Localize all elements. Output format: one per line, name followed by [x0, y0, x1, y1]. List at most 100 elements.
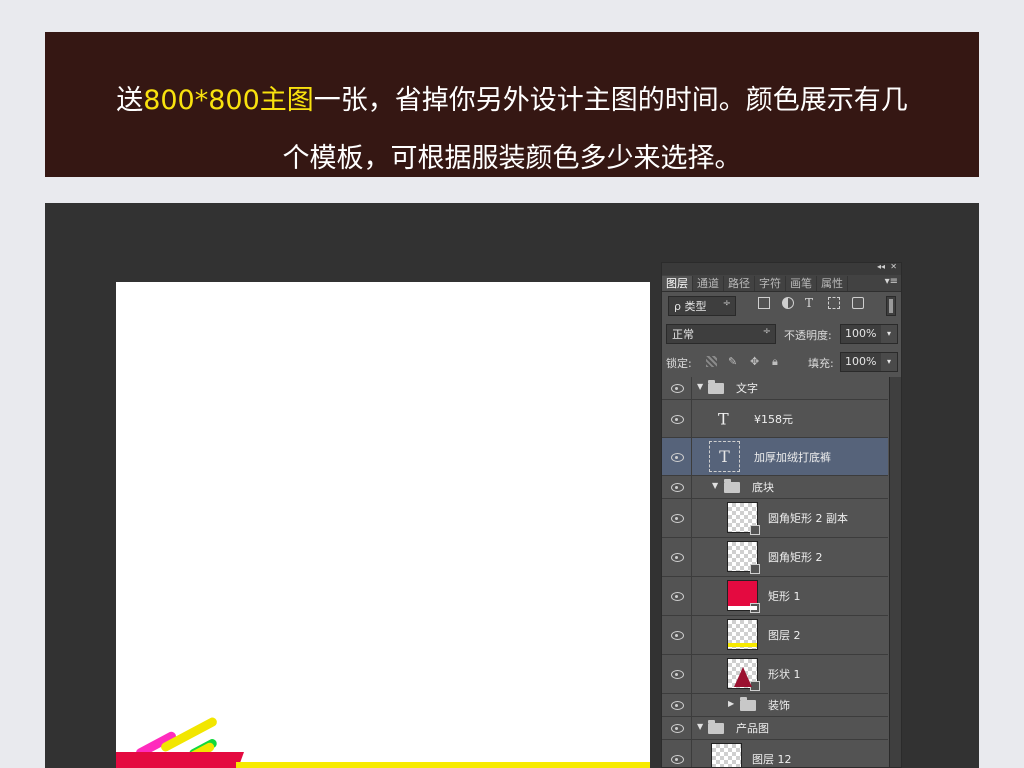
tab-layers[interactable]: 图层 — [662, 276, 693, 291]
layer-name: 文字 — [736, 382, 758, 395]
panel-menu-icon[interactable]: ▾≡ — [885, 276, 898, 287]
layer-shape-1[interactable]: 形状 1 — [662, 655, 888, 694]
layer-text-title[interactable]: T 加厚加绒打底裤 — [662, 438, 888, 476]
layer-pixel-2[interactable]: 图层 2 — [662, 616, 888, 655]
layer-pixel-12[interactable]: 图层 12 — [662, 740, 888, 767]
banner-line-1: 送800*800主图一张，省掉你另外设计主图的时间。颜色展示有几 — [45, 84, 979, 118]
visibility-eye-icon[interactable] — [662, 400, 692, 437]
text-layer-icon: T — [709, 440, 740, 472]
layer-name: 装饰 — [768, 699, 790, 712]
layers-panel: ◂◂ ✕ 图层 通道 路径 字符 画笔 属性 ▾≡ ρ 类型 ÷ T 正常 ÷ … — [661, 262, 902, 768]
panel-tabs: 图层 通道 路径 字符 画笔 属性 ▾≡ — [662, 275, 901, 292]
layer-name: 矩形 1 — [768, 590, 801, 603]
close-panel-icon[interactable]: ✕ — [890, 263, 897, 271]
visibility-eye-icon[interactable] — [662, 476, 692, 498]
layer-name: 形状 1 — [768, 668, 801, 681]
opacity-field[interactable]: 100% ▾ — [840, 324, 898, 344]
blend-mode-select[interactable]: 正常 ÷ — [666, 324, 776, 344]
fill-field[interactable]: 100% ▾ — [840, 352, 898, 372]
layer-filter-select[interactable]: ρ 类型 ÷ — [668, 296, 736, 316]
folder-icon — [740, 697, 756, 711]
layer-name: 产品图 — [736, 722, 769, 735]
chevron-down-icon[interactable]: ▾ — [881, 353, 897, 371]
type-filter-icon[interactable]: T — [805, 297, 817, 309]
layer-thumbnail — [727, 658, 760, 691]
select-arrow-icon: ÷ — [722, 298, 731, 309]
layer-rounded-rect-copy[interactable]: 圆角矩形 2 副本 — [662, 499, 888, 538]
document-canvas[interactable] — [116, 282, 650, 768]
red-price-block — [116, 752, 244, 768]
layer-group-text[interactable]: ▼ 文字 — [662, 377, 888, 400]
yellow-bottom-bar — [236, 762, 650, 768]
expand-triangle-icon[interactable]: ▼ — [712, 481, 718, 490]
layer-name: 圆角矩形 2 — [768, 551, 823, 564]
blend-mode-value: 正常 — [672, 328, 694, 341]
smart-object-filter-icon[interactable] — [852, 297, 864, 309]
collapse-panel-icon[interactable]: ◂◂ — [877, 263, 885, 271]
opacity-label: 不透明度: — [784, 329, 832, 342]
layer-thumbnail — [727, 580, 760, 613]
layer-thumbnail — [727, 502, 760, 535]
panel-titlebar: ◂◂ ✕ — [662, 263, 901, 275]
layers-scrollbar[interactable] — [889, 377, 901, 767]
banner-text-highlight: 800*800主图 — [143, 85, 314, 116]
lock-row: 锁定: ✎ ✥ 🔒︎ 填充: 100% ▾ — [662, 348, 901, 376]
adjustment-filter-icon[interactable] — [782, 297, 794, 309]
tab-channels[interactable]: 通道 — [693, 276, 724, 291]
layer-rounded-rect[interactable]: 圆角矩形 2 — [662, 538, 888, 577]
folder-icon — [708, 380, 724, 394]
image-filter-icon[interactable] — [758, 297, 770, 309]
shape-layer-badge-icon — [750, 681, 760, 691]
select-arrow-icon: ÷ — [762, 326, 771, 337]
visibility-eye-icon[interactable] — [662, 577, 692, 615]
filter-select-label: ρ 类型 — [674, 300, 707, 313]
layer-name: 图层 12 — [752, 753, 792, 766]
tab-character[interactable]: 字符 — [755, 276, 786, 291]
layer-group-block[interactable]: ▼ 底块 — [662, 476, 888, 499]
collapse-triangle-icon[interactable]: ▶ — [728, 699, 734, 708]
tab-properties[interactable]: 属性 — [817, 276, 848, 291]
visibility-eye-icon[interactable] — [662, 655, 692, 693]
lock-all-icon[interactable]: 🔒︎ — [772, 356, 783, 367]
opacity-value: 100% — [845, 327, 877, 340]
visibility-eye-icon[interactable] — [662, 438, 692, 475]
visibility-eye-icon[interactable] — [662, 616, 692, 654]
blend-row: 正常 ÷ 不透明度: 100% ▾ — [662, 320, 901, 348]
lock-pixels-icon[interactable]: ✎ — [728, 356, 739, 367]
lock-transparency-icon[interactable] — [706, 356, 717, 367]
fill-value: 100% — [845, 355, 877, 368]
visibility-eye-icon[interactable] — [662, 740, 692, 767]
folder-icon — [708, 720, 724, 734]
visibility-eye-icon[interactable] — [662, 377, 692, 399]
layer-rect-1[interactable]: 矩形 1 — [662, 577, 888, 616]
layer-name: 图层 2 — [768, 629, 801, 642]
filter-row: ρ 类型 ÷ T — [662, 292, 901, 320]
visibility-eye-icon[interactable] — [662, 694, 692, 716]
tab-brush[interactable]: 画笔 — [786, 276, 817, 291]
visibility-eye-icon[interactable] — [662, 717, 692, 739]
layer-thumbnail — [711, 743, 742, 767]
lock-position-icon[interactable]: ✥ — [750, 356, 761, 367]
layer-group-product[interactable]: ▼ 产品图 — [662, 717, 888, 740]
folder-icon — [724, 479, 740, 493]
expand-triangle-icon[interactable]: ▼ — [697, 382, 703, 391]
banner-line-2: 个模板，可根据服装颜色多少来选择。 — [282, 143, 742, 174]
lock-label: 锁定: — [666, 357, 692, 370]
layer-name: ¥158元 — [754, 412, 793, 426]
visibility-eye-icon[interactable] — [662, 499, 692, 537]
shape-filter-icon[interactable] — [828, 297, 840, 309]
tab-paths[interactable]: 路径 — [724, 276, 755, 291]
layer-text-price[interactable]: T ¥158元 — [662, 400, 888, 438]
layer-name: 底块 — [752, 481, 774, 494]
chevron-down-icon[interactable]: ▾ — [881, 325, 897, 343]
layer-group-decoration[interactable]: ▶ 装饰 — [662, 694, 888, 717]
visibility-eye-icon[interactable] — [662, 538, 692, 576]
layer-thumbnail — [727, 619, 758, 650]
layer-name: 加厚加绒打底裤 — [754, 450, 831, 464]
expand-triangle-icon[interactable]: ▼ — [697, 722, 703, 731]
promo-banner: 送800*800主图一张，省掉你另外设计主图的时间。颜色展示有几 个模板，可根据… — [45, 32, 979, 177]
filter-toggle-switch[interactable] — [886, 296, 896, 316]
shape-layer-badge-icon — [750, 603, 760, 613]
banner-text-pre: 送 — [116, 85, 144, 116]
layer-name: 圆角矩形 2 副本 — [768, 512, 848, 525]
